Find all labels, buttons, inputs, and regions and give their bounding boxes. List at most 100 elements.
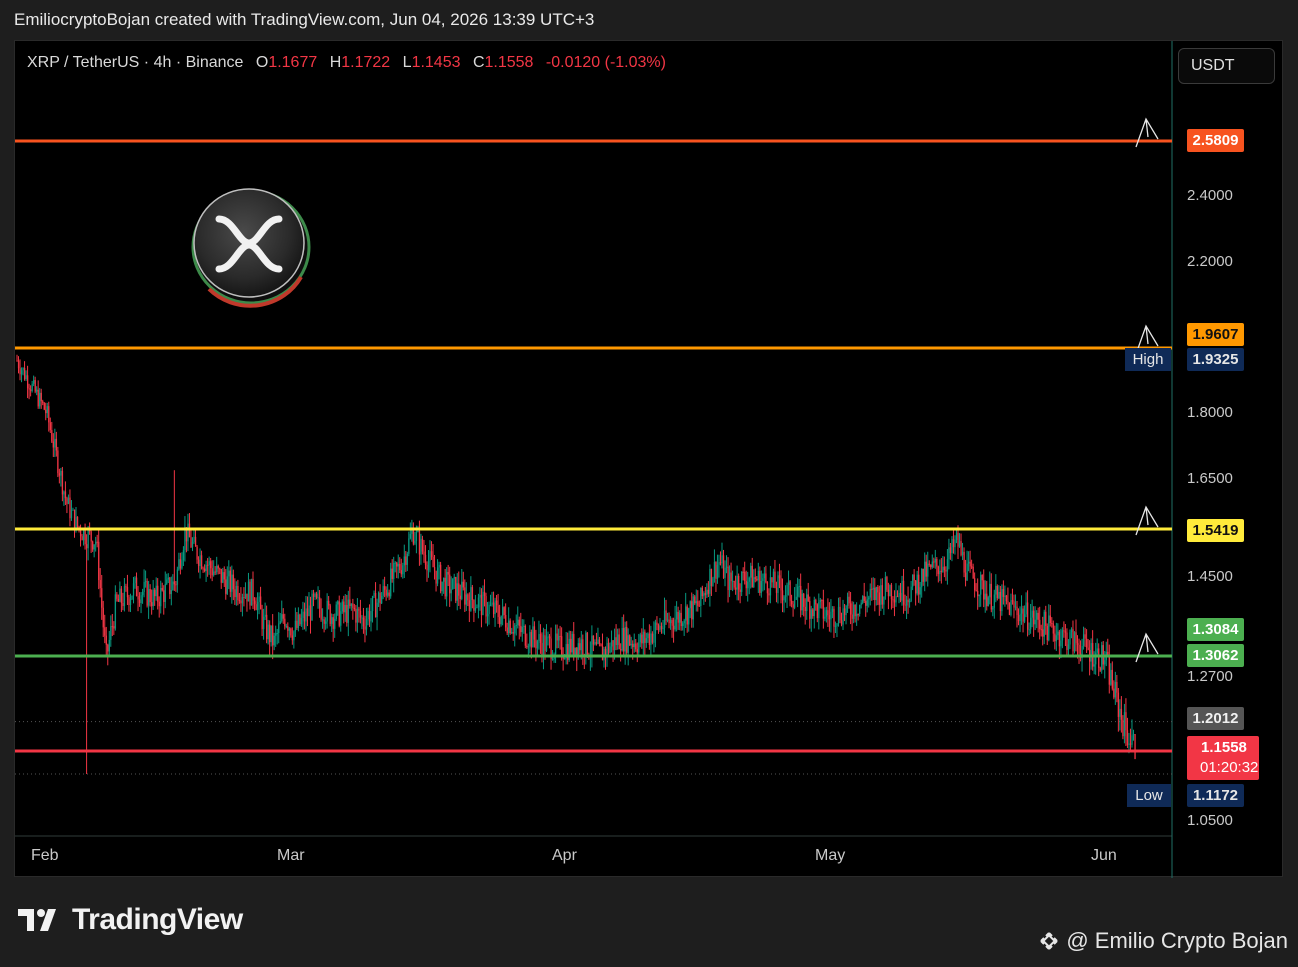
candle-body — [1045, 611, 1047, 626]
candle-body — [98, 541, 100, 581]
candle-body — [632, 643, 634, 648]
chart-canvas[interactable] — [15, 41, 1284, 878]
change-value: -0.0120 (-1.03%) — [545, 54, 666, 71]
candle-body — [181, 560, 183, 569]
candle-body — [769, 577, 772, 596]
candle-body — [594, 641, 596, 645]
currency-button[interactable]: USDT — [1178, 48, 1275, 84]
candle-body — [679, 612, 681, 623]
candle-body — [1042, 629, 1044, 637]
candle-body — [630, 643, 632, 646]
candle-body — [164, 583, 166, 602]
candle-body — [964, 572, 967, 581]
candle-body — [1093, 664, 1095, 667]
candle-body — [261, 609, 263, 630]
candle-body — [579, 643, 581, 651]
candle-body — [81, 536, 83, 541]
candle-body — [468, 600, 471, 611]
candle-body — [226, 576, 228, 594]
candle-body — [93, 544, 95, 550]
candle-body — [1049, 615, 1051, 624]
y-tick: 1.0500 — [1187, 812, 1233, 829]
candle-body — [530, 632, 533, 648]
candle-body — [1076, 643, 1079, 645]
candle-body — [40, 392, 42, 402]
candle-body — [748, 577, 750, 582]
candle-body — [237, 585, 239, 601]
candle-body — [952, 539, 955, 548]
candle-body — [677, 611, 679, 623]
candle-body — [477, 597, 480, 608]
candle-body — [499, 617, 501, 625]
candle-body — [492, 602, 495, 615]
price-label-last: 1.1558 01:20:32 — [1187, 736, 1259, 780]
candle-body — [905, 599, 908, 606]
candle-body — [831, 608, 834, 612]
candle-body — [45, 409, 47, 414]
candle-body — [424, 554, 427, 565]
candle-body — [1054, 633, 1056, 642]
candle-body — [801, 593, 803, 611]
candle-body — [146, 581, 148, 606]
candle-body — [1010, 600, 1012, 615]
candle-body — [1048, 615, 1050, 641]
candle-body — [151, 602, 153, 607]
candle-body — [883, 596, 885, 605]
high-tag: High — [1125, 348, 1171, 371]
low-tag: Low — [1127, 784, 1171, 807]
candle-body — [554, 633, 557, 655]
candle-body — [163, 590, 165, 602]
candle-body — [627, 635, 629, 653]
candle-body — [426, 564, 428, 571]
candle-body — [721, 555, 723, 564]
candle-body — [355, 609, 357, 623]
candle-body — [1061, 630, 1064, 641]
candle-body — [908, 601, 911, 603]
candle-body — [533, 626, 536, 640]
candle-body — [308, 605, 310, 617]
candle-body — [391, 568, 393, 579]
candle-body — [1064, 631, 1067, 633]
candle-body — [194, 536, 197, 547]
tradingview-brand[interactable]: TradingView — [18, 903, 243, 937]
candle-body — [281, 614, 283, 622]
candle-body — [1014, 606, 1017, 608]
candle-body — [954, 539, 956, 548]
candle-body — [893, 599, 896, 603]
candle-body — [881, 585, 884, 605]
candle-body — [821, 599, 823, 601]
candle-body — [48, 406, 50, 423]
candle-body — [418, 530, 421, 555]
candle-body — [1090, 643, 1092, 662]
candle-body — [503, 607, 505, 615]
candle-body — [290, 628, 292, 636]
candle-body — [125, 586, 127, 588]
candle-body — [312, 593, 315, 598]
candle-body — [937, 566, 940, 575]
chart-panel[interactable]: XRP / TetherUS · 4h · Binance O1.1677 H1… — [14, 40, 1284, 878]
candle-body — [1126, 730, 1129, 745]
candle-body — [834, 626, 837, 628]
candle-body — [346, 604, 348, 623]
candle-body — [131, 595, 133, 600]
candle-body — [311, 593, 313, 621]
candle-body — [591, 635, 593, 655]
candle-body — [1060, 640, 1062, 647]
candle-body — [216, 565, 218, 573]
candle-body — [1082, 634, 1085, 647]
candle-body — [105, 635, 107, 645]
candle-body — [751, 565, 753, 588]
candle-body — [762, 578, 764, 581]
candle-body — [686, 606, 688, 625]
candle-body — [57, 450, 59, 474]
candle-body — [739, 589, 741, 592]
candle-body — [356, 608, 359, 623]
candle-body — [521, 626, 523, 633]
y-tick: 2.2000 — [1187, 253, 1233, 270]
candle-body — [654, 622, 657, 634]
candle-body — [331, 617, 333, 624]
symbol-label[interactable]: XRP / TetherUS · 4h · Binance — [27, 54, 243, 71]
candle-body — [733, 580, 735, 588]
candle-body — [1120, 708, 1123, 720]
candle-body — [895, 596, 897, 603]
